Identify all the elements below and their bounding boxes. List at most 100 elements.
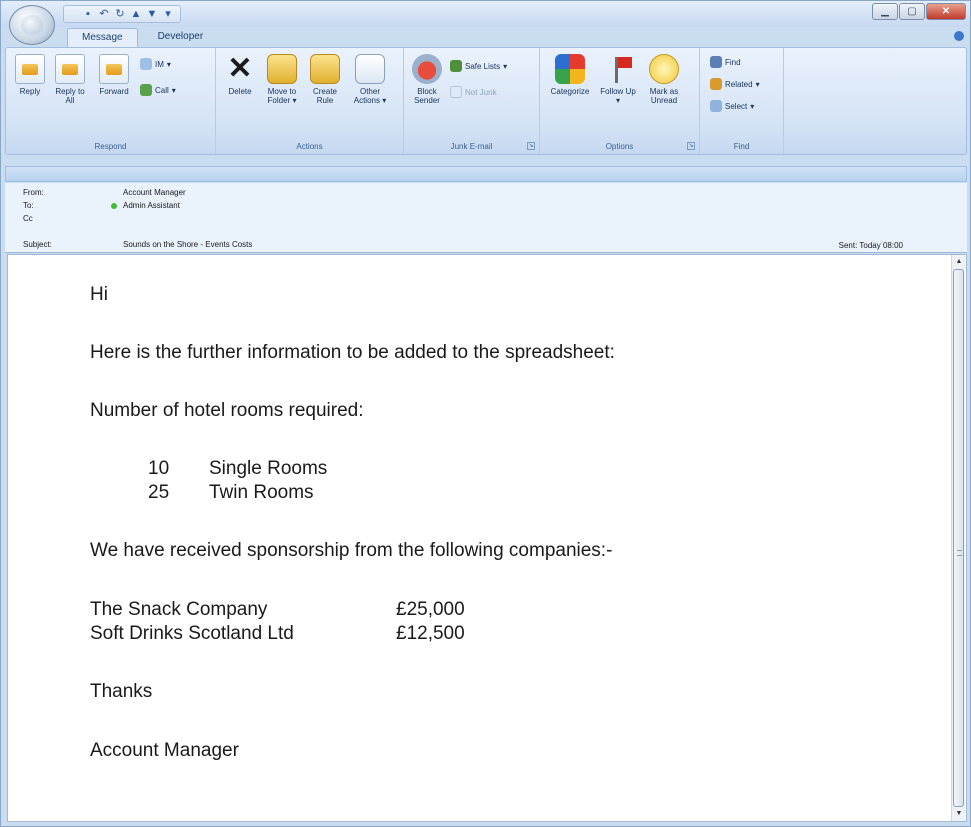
tab-developer[interactable]: Developer [144, 28, 218, 48]
safe-lists-button[interactable]: Safe Lists ▾ [450, 60, 507, 72]
sponsor-name: The Snack Company [90, 599, 268, 620]
categorize-label: Categorize [550, 87, 590, 96]
related-button[interactable]: Related ▾ [710, 78, 760, 90]
im-label: IM [155, 59, 164, 69]
message-body[interactable]: Hi Here is the further information to be… [7, 254, 967, 822]
block-sender-button[interactable]: Block Sender [410, 54, 444, 105]
vertical-scrollbar[interactable]: ▲ ▼ [951, 255, 965, 821]
signature: Account Manager [90, 740, 239, 761]
create-rule-icon [310, 54, 340, 84]
select-label: Select [725, 101, 748, 111]
options-group-label: Options [605, 142, 634, 151]
mark-as-unread-button[interactable]: Mark as Unread [644, 54, 684, 105]
to-label: To: [23, 201, 34, 210]
categorize-button[interactable]: Categorize [546, 54, 594, 96]
other-actions-button[interactable]: Other Actions ▾ [348, 54, 392, 105]
redo-icon[interactable]: ↻ [114, 8, 126, 20]
office-button[interactable] [9, 5, 55, 45]
related-icon [710, 78, 722, 90]
not-junk-icon [450, 86, 462, 98]
scroll-up-icon[interactable]: ▲ [954, 257, 964, 267]
other-actions-label: Other Actions [353, 87, 380, 105]
junk-email-group-label: Junk E-mail [450, 142, 493, 151]
im-button[interactable]: IM ▾ [140, 58, 171, 70]
reply-label: Reply [19, 87, 41, 96]
follow-up-label: Follow Up [600, 87, 636, 96]
quick-access-toolbar: ▪ ↶ ↻ ▲ ▼ ▾ [63, 5, 181, 23]
close-button[interactable]: ✕ [926, 3, 966, 20]
create-rule-label: Create Rule [312, 87, 337, 105]
junk-email-group: Block Sender Safe Lists ▾ Not Junk Junk … [404, 48, 540, 154]
delete-label: Delete [228, 87, 252, 96]
call-icon [140, 84, 152, 96]
forward-icon [99, 54, 129, 84]
sponsor-heading: We have received sponsorship from the fo… [90, 540, 613, 561]
block-sender-label: Block Sender [414, 87, 440, 105]
options-launcher-icon[interactable]: ↘ [687, 142, 695, 150]
im-icon [140, 58, 152, 70]
not-junk-button[interactable]: Not Junk [450, 86, 497, 98]
categorize-icon [555, 54, 585, 84]
follow-up-button[interactable]: Follow Up ▾ [598, 54, 638, 105]
down-icon[interactable]: ▼ [146, 8, 158, 20]
room-qty: 10 [148, 458, 170, 479]
from-label: From: [23, 188, 44, 197]
mark-as-unread-label: Mark as Unread [649, 87, 679, 105]
reply-all-button[interactable]: Reply to All [52, 54, 88, 105]
scroll-down-icon[interactable]: ▼ [954, 809, 964, 819]
office-logo-icon [21, 15, 43, 35]
actions-group-label: Actions [296, 142, 323, 151]
sponsor-amount: £25,000 [396, 599, 465, 620]
reply-button[interactable]: Reply [12, 54, 48, 96]
cc-label: Cc [23, 214, 33, 223]
reply-all-icon [55, 54, 85, 84]
title-bar: ▪ ↶ ↻ ▲ ▼ ▾ ▁ ▢ ✕ [1, 1, 970, 27]
room-qty: 25 [148, 482, 170, 503]
maximize-button[interactable]: ▢ [899, 3, 925, 20]
move-to-folder-button[interactable]: Move to Folder ▾ [262, 54, 302, 105]
minimize-button[interactable]: ▁ [872, 3, 898, 20]
sponsor-amount: £12,500 [396, 623, 465, 644]
presence-icon [111, 203, 117, 209]
subject-value: Sounds on the Shore - Events Costs [123, 240, 253, 249]
find-group-label: Find [733, 142, 750, 151]
move-to-folder-label: Move to Folder [267, 87, 297, 105]
to-value[interactable]: Admin Assistant [123, 200, 180, 211]
sent-timestamp: Sent: Today 08:00 [838, 241, 903, 250]
room-type: Twin Rooms [209, 482, 314, 503]
safe-lists-icon [450, 60, 462, 72]
info-bar [5, 166, 967, 182]
forward-label: Forward [99, 87, 129, 96]
help-icon[interactable] [954, 31, 964, 41]
up-icon[interactable]: ▲ [130, 8, 142, 20]
room-type: Single Rooms [209, 458, 328, 479]
binoculars-icon [710, 56, 722, 68]
scrollbar-grip-icon [957, 550, 962, 556]
related-label: Related [725, 79, 753, 89]
message-header: From: Account Manager To: Admin Assistan… [5, 183, 967, 253]
find-group: Find Related ▾ Select ▾ Find [700, 48, 784, 154]
delete-button[interactable]: ✕ Delete [222, 52, 258, 97]
window-controls: ▁ ▢ ✕ [872, 3, 966, 20]
reply-icon [15, 54, 45, 84]
find-button[interactable]: Find [710, 56, 741, 68]
block-sender-icon [412, 54, 442, 84]
create-rule-button[interactable]: Create Rule [306, 54, 344, 105]
mark-as-unread-icon [649, 54, 679, 84]
scrollbar-thumb[interactable] [953, 269, 964, 807]
flag-icon [603, 54, 633, 84]
tab-message[interactable]: Message [67, 28, 138, 48]
undo-icon[interactable]: ↶ [98, 8, 110, 20]
call-label: Call [155, 85, 169, 95]
select-button[interactable]: Select ▾ [710, 100, 754, 112]
from-value[interactable]: Account Manager [123, 187, 186, 198]
move-to-folder-icon [267, 54, 297, 84]
call-button[interactable]: Call ▾ [140, 84, 176, 96]
customize-icon[interactable]: ▾ [162, 8, 174, 20]
greeting: Hi [90, 284, 108, 305]
save-icon[interactable]: ▪ [82, 8, 94, 20]
forward-button[interactable]: Forward [94, 54, 134, 96]
delete-icon: ✕ [227, 52, 253, 85]
junk-email-launcher-icon[interactable]: ↘ [527, 142, 535, 150]
respond-group: Reply Reply to All Forward IM ▾ Call ▾ R… [6, 48, 216, 154]
